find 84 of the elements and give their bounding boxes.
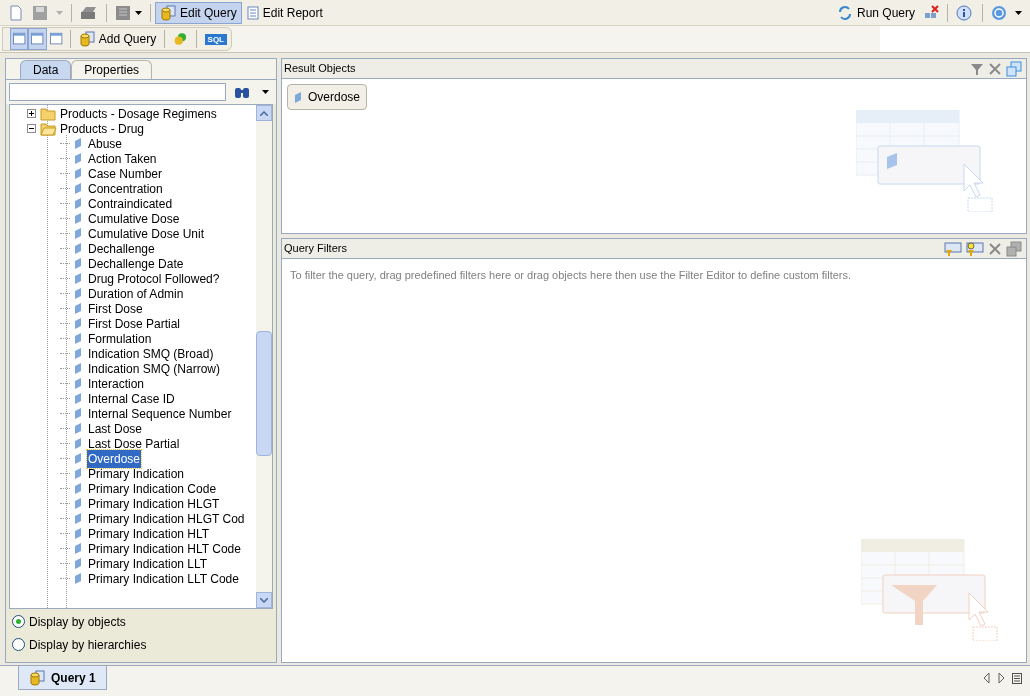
close-icon[interactable] (988, 61, 1002, 76)
dimension-icon (74, 483, 82, 494)
edit-query-button[interactable]: Edit Query (155, 1, 242, 24)
radio-button[interactable] (12, 638, 25, 651)
dimension-icon (74, 528, 82, 539)
panel-title: Query Filters (284, 241, 347, 257)
scrollbar[interactable] (256, 105, 272, 608)
list-icon[interactable] (1012, 672, 1022, 684)
search-field[interactable] (9, 83, 226, 101)
dimension-icon (74, 498, 82, 509)
query-icon (160, 4, 176, 21)
predefined-filter-icon[interactable] (944, 241, 962, 256)
caret-icon[interactable] (262, 90, 269, 94)
undock-icon[interactable] (1006, 60, 1022, 77)
dimension-icon (74, 273, 82, 284)
cancel-grid-icon[interactable] (923, 4, 939, 21)
dimension-icon (74, 453, 82, 464)
run-query-button[interactable]: Run Query (832, 3, 919, 22)
dimension-icon (74, 333, 82, 344)
filter-icon[interactable] (970, 61, 984, 76)
dimension-icon (74, 243, 82, 254)
add-query-icon (78, 31, 95, 47)
panel-tab[interactable]: Data (20, 60, 72, 79)
result-object-chip[interactable]: Overdose (287, 84, 368, 110)
radio-button[interactable] (12, 615, 25, 628)
dimension-icon (74, 393, 82, 404)
dimension-icon (74, 258, 82, 269)
info-icon[interactable] (956, 4, 974, 21)
tree-item[interactable]: Overdose (87, 449, 142, 468)
dimension-icon (74, 138, 82, 149)
sql-button[interactable]: SQL (204, 33, 227, 45)
dimension-icon (74, 318, 82, 329)
scroll-down-icon[interactable] (260, 597, 268, 603)
dimension-icon (74, 378, 82, 389)
dimension-icon (74, 468, 82, 479)
dimension-icon (74, 213, 82, 224)
dimension-icon (74, 438, 82, 449)
dimension-icon (74, 543, 82, 554)
new-document-icon[interactable] (8, 4, 24, 21)
dimension-icon (294, 91, 302, 103)
filter-hint: To filter the query, drag predefined filters here or drag objects here then use the Filter Editor to define custom filters. (290, 268, 853, 283)
dimension-icon (74, 303, 82, 314)
query-icon (29, 669, 45, 686)
collapse-icon[interactable] (27, 124, 36, 133)
panel-title: Result Objects (284, 61, 356, 77)
open-folder-icon (40, 121, 57, 136)
scroll-thumb[interactable] (256, 331, 272, 456)
display-option[interactable]: Display by hierarchies (12, 636, 270, 653)
dimension-icon (74, 558, 82, 569)
save-icon[interactable] (32, 4, 48, 21)
layout-view-icon[interactable] (11, 29, 28, 49)
dimension-icon (74, 348, 82, 359)
edit-report-button[interactable]: Edit Report (241, 1, 328, 24)
printer-icon[interactable] (80, 4, 98, 21)
previous-icon[interactable] (984, 673, 990, 683)
folder-icon (40, 106, 57, 121)
refresh-icon (836, 4, 853, 21)
caret-icon[interactable] (1015, 10, 1022, 15)
expand-icon[interactable] (27, 109, 36, 118)
dimension-icon (74, 228, 82, 239)
new-filter-icon[interactable] (966, 241, 984, 256)
dimension-icon (74, 408, 82, 419)
filter-pane-icon[interactable] (29, 29, 46, 49)
display-option[interactable]: Display by objects (12, 613, 270, 630)
next-icon[interactable] (998, 673, 1004, 683)
add-query-button[interactable]: Add Query (74, 30, 161, 48)
dimension-icon (74, 153, 82, 164)
dimension-icon (74, 363, 82, 374)
query-tab[interactable]: Query 1 (18, 666, 107, 690)
scroll-up-icon[interactable] (260, 110, 268, 116)
dimension-icon (74, 198, 82, 209)
dimension-icon (74, 168, 82, 179)
report-icon (246, 5, 259, 20)
binoculars-icon[interactable] (234, 85, 250, 99)
dimension-icon (74, 423, 82, 434)
undock-icon[interactable] (1006, 240, 1022, 257)
dimension-icon (74, 513, 82, 524)
dimension-icon (74, 288, 82, 299)
combine-icon[interactable] (173, 30, 188, 48)
dimension-icon (74, 573, 82, 584)
close-icon[interactable] (988, 241, 1002, 256)
caret-icon[interactable] (135, 10, 142, 15)
dimension-icon (74, 183, 82, 194)
panel-tab[interactable]: Properties (71, 60, 153, 79)
